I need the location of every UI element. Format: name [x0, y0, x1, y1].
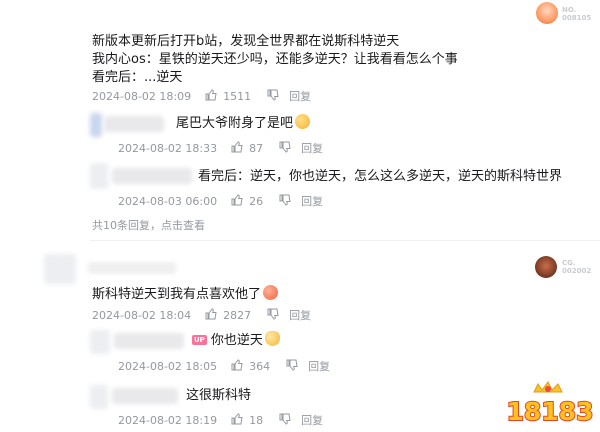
reply-link[interactable]: 回复 — [289, 307, 311, 323]
avatar — [90, 330, 110, 354]
thumb-up-icon[interactable] — [205, 307, 217, 323]
reply-link[interactable]: 回复 — [301, 193, 323, 209]
reply-meta: 2024-08-02 18:05 364 回复 — [118, 358, 330, 374]
comment-date: 2024-08-02 18:04 — [92, 308, 192, 322]
reply-text-content: 你也逆天 — [210, 333, 263, 348]
comment-text-content: 斯科特逆天到我有点喜欢他了 — [92, 287, 262, 302]
like-count: 1511 — [223, 89, 252, 103]
avatar — [90, 113, 102, 137]
thumb-down-icon[interactable] — [267, 89, 279, 104]
like-count: 364 — [249, 359, 271, 373]
reply-text: 这很斯科特 — [186, 388, 252, 403]
reply-meta: 2024-08-02 18:33 87 回复 — [118, 140, 323, 156]
comment-meta: 2024-08-02 18:09 1511 回复 — [92, 88, 311, 104]
thumb-up-icon[interactable] — [231, 193, 243, 209]
thumb-up-icon[interactable] — [205, 88, 217, 104]
reply-date: 2024-08-02 18:19 — [118, 413, 218, 427]
fan-badge-number: 008105 — [562, 14, 592, 22]
username — [104, 116, 164, 132]
reply-meta: 2024-08-03 06:00 26 回复 — [118, 193, 323, 209]
fan-badge: NO. 008105 — [562, 6, 591, 22]
fan-badge-label: NO. — [562, 6, 577, 14]
watermark-text: 18183 — [507, 397, 594, 426]
badge-avatar — [535, 256, 557, 278]
reply-meta: 2024-08-02 18:19 18 回复 — [118, 412, 323, 428]
fan-badge: CG. 002002 — [562, 259, 591, 275]
thumb-up-icon[interactable] — [231, 412, 243, 428]
reply-text: 尾巴大爷附身了是吧 — [176, 114, 311, 133]
fan-badge-number: 002002 — [562, 267, 592, 275]
like-count: 2827 — [223, 308, 252, 322]
view-more-replies[interactable]: 共10条回复，点击查看 — [92, 217, 205, 233]
thumb-down-icon[interactable] — [279, 141, 291, 156]
thumb-up-icon[interactable] — [231, 140, 243, 156]
comment-text: 斯科特逆天到我有点喜欢他了 — [92, 285, 279, 304]
fan-badge-label: CG. — [562, 259, 576, 267]
thumb-down-icon[interactable] — [267, 308, 279, 323]
heart-eyes-emoji-icon — [263, 285, 279, 300]
up-badge: UP — [192, 335, 207, 345]
username — [112, 168, 192, 184]
comment-text-line: 看完后：...逆天 — [92, 70, 183, 85]
badge-avatar — [536, 2, 558, 24]
comment-date: 2024-08-02 18:09 — [92, 89, 192, 103]
avatar — [90, 385, 108, 409]
username — [88, 262, 176, 274]
reply-date: 2024-08-03 06:00 — [118, 194, 218, 208]
avatar — [90, 163, 108, 189]
like-count: 26 — [249, 194, 264, 208]
comment-meta: 2024-08-02 18:04 2827 回复 — [92, 307, 311, 323]
username — [112, 388, 178, 404]
comment-text-line: 新版本更新后打开b站，发现全世界都在说斯科特逆天 — [92, 34, 400, 49]
reply-text: UP 你也逆天 — [192, 331, 280, 350]
divider — [90, 240, 600, 241]
cat-emoji-icon — [264, 331, 280, 346]
reply-link[interactable]: 回复 — [289, 88, 311, 104]
username — [114, 333, 184, 349]
comment-text-line: 我内心os：星铁的逆天还少吗，还能多逆天？让我看看怎么个事 — [92, 52, 458, 67]
reply-link[interactable]: 回复 — [301, 412, 323, 428]
avatar — [44, 254, 76, 284]
reply-text-content: 尾巴大爷附身了是吧 — [176, 116, 294, 131]
like-count: 18 — [249, 413, 264, 427]
thumb-down-icon[interactable] — [279, 194, 291, 209]
like-count: 87 — [249, 141, 264, 155]
reply-link[interactable]: 回复 — [301, 140, 323, 156]
thumb-down-icon[interactable] — [279, 413, 291, 428]
laughing-emoji-icon — [295, 114, 311, 129]
watermark-logo: 18183 — [506, 380, 594, 428]
reply-link[interactable]: 回复 — [308, 358, 330, 374]
reply-text: 看完后：逆天，你也逆天，怎么这么多逆天，逆天的斯科特世界 — [198, 169, 563, 184]
reply-date: 2024-08-02 18:33 — [118, 141, 218, 155]
thumb-up-icon[interactable] — [231, 358, 243, 374]
reply-date: 2024-08-02 18:05 — [118, 359, 218, 373]
thumb-down-icon[interactable] — [286, 359, 298, 374]
